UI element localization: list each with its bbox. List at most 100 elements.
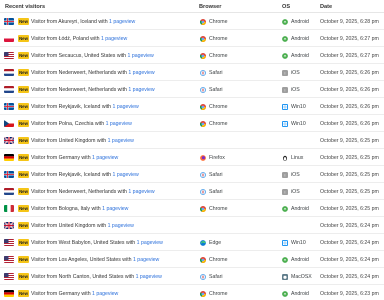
visitor-text: Visitor from Secaucus, United States wit… — [31, 52, 128, 59]
visitor-row: New Visitor from Polna, Czechia with 1 pa… — [0, 115, 384, 132]
visit-date: October 9, 2025, 6:26 pm — [320, 86, 379, 93]
browser-name: Safari — [209, 171, 223, 178]
header-recent-visitors: Recent visitors — [5, 4, 46, 10]
visitor-description: Visitor from Polna, Czechia with 1 pagev… — [31, 121, 132, 127]
pageview-link[interactable]: 1 pageview — [113, 104, 139, 110]
visitor-row: New Visitor from Germany with 1 pageview C… — [0, 285, 384, 300]
browser-name: Safari — [209, 86, 223, 93]
pageview-link[interactable]: 1 pageview — [108, 223, 134, 229]
browser-name: Safari — [209, 69, 223, 76]
new-badge: New — [18, 154, 29, 162]
visitor-description: Visitor from Łódź, Poland with 1 pagevie… — [31, 36, 127, 42]
visitor-row: New Visitor from Reykjavik, Iceland with … — [0, 98, 384, 115]
win10-icon — [282, 103, 288, 110]
pageview-link[interactable]: 1 pageview — [101, 36, 127, 42]
netherlands-flag-icon — [4, 86, 14, 93]
visitor-row: New Visitor from Łódź, Poland with 1 page… — [0, 30, 384, 47]
new-badge: New — [18, 103, 29, 111]
os-name: Android — [291, 18, 309, 25]
browser-name: Chrome — [209, 52, 228, 59]
usa-flag-icon — [4, 52, 14, 59]
visitor-text: Visitor from Nederweert, Netherlands wit… — [31, 69, 129, 76]
new-badge: New — [18, 35, 29, 43]
visitor-row: New Visitor from Nederweert, Netherlands … — [0, 81, 384, 98]
visitor-text: Visitor from Akureyri, Iceland with — [31, 18, 110, 25]
chrome-icon — [200, 18, 206, 25]
visitor-text: Visitor from United Kingdom with — [31, 137, 108, 144]
os-name: iOS — [291, 69, 300, 76]
os-name: Win10 — [291, 120, 306, 127]
android-icon — [282, 52, 288, 59]
pageview-link[interactable]: 1 pageview — [137, 240, 163, 246]
pageview-link[interactable]: 1 pageview — [128, 53, 154, 59]
safari-icon — [200, 188, 206, 195]
visit-date: October 9, 2025, 6:23 pm — [320, 290, 379, 297]
new-badge: New — [18, 273, 29, 281]
header-browser: Browser — [199, 4, 222, 10]
pageview-link[interactable]: 1 pageview — [109, 19, 135, 25]
visitor-text: Visitor from Nederweert, Netherlands wit… — [31, 188, 129, 195]
ios-icon: i — [282, 69, 288, 76]
svg-text:i: i — [285, 173, 286, 177]
netherlands-flag-icon — [4, 69, 14, 76]
linux-icon — [282, 155, 288, 161]
usa-flag-icon — [4, 239, 14, 246]
pageview-link[interactable]: 1 pageview — [136, 274, 162, 280]
visitor-row: New Visitor from Reykjavik, Iceland with … — [0, 166, 384, 183]
browser-name: Chrome — [209, 290, 228, 297]
chrome-icon — [200, 120, 206, 127]
browser-name: Chrome — [209, 120, 228, 127]
uk-flag-icon — [4, 222, 14, 229]
os-name: Android — [291, 290, 309, 297]
os-name: Android — [291, 256, 309, 263]
edge-icon — [200, 239, 206, 246]
new-badge: New — [18, 171, 29, 179]
svg-text:i: i — [285, 88, 286, 92]
visitor-row: New Visitor from Los Angeles, United Stat… — [0, 251, 384, 268]
visit-date: October 9, 2025, 6:24 pm — [320, 256, 379, 263]
svg-text:i: i — [285, 71, 286, 75]
visitor-row: New Visitor from Nederweert, Netherlands … — [0, 183, 384, 200]
chrome-icon — [200, 205, 206, 212]
pageview-link[interactable]: 1 pageview — [92, 291, 118, 297]
pageview-link[interactable]: 1 pageview — [128, 70, 154, 76]
visit-date: October 9, 2025, 6:25 pm — [320, 154, 379, 161]
visitor-row: New Visitor from Germany with 1 pageview F… — [0, 149, 384, 166]
visitor-text: Visitor from Los Angeles, United States … — [31, 256, 133, 263]
visit-date: October 9, 2025, 6:26 pm — [320, 103, 379, 110]
header-os: OS — [282, 4, 291, 10]
visitor-text: Visitor from Polna, Czechia with — [31, 120, 106, 127]
visitor-text: Visitor from Reykjavik, Iceland with — [31, 171, 113, 178]
safari-icon — [200, 171, 206, 178]
netherlands-flag-icon — [4, 188, 14, 195]
pageview-link[interactable]: 1 pageview — [128, 189, 154, 195]
new-badge: New — [18, 222, 29, 230]
pageview-link[interactable]: 1 pageview — [108, 138, 134, 144]
iceland-flag-icon — [4, 18, 14, 25]
pageview-link[interactable]: 1 pageview — [128, 87, 154, 93]
visit-date: October 9, 2025, 6:27 pm — [320, 52, 379, 59]
usa-flag-icon — [4, 256, 14, 263]
win10-icon — [282, 239, 288, 246]
pageview-link[interactable]: 1 pageview — [106, 121, 132, 127]
new-badge: New — [18, 137, 29, 145]
os-name: Linux — [291, 154, 304, 161]
new-badge: New — [18, 188, 29, 196]
os-name: Android — [291, 35, 309, 42]
new-badge: New — [18, 256, 29, 264]
visitor-text: Visitor from North Canton, United States… — [31, 273, 136, 280]
pageview-link[interactable]: 1 pageview — [92, 155, 118, 161]
visitor-row: New Visitor from West Babylon, United Sta… — [0, 234, 384, 251]
visitor-text: Visitor from Łódź, Poland with — [31, 35, 101, 42]
visitor-description: Visitor from United Kingdom with 1 pagev… — [31, 223, 134, 229]
pageview-link[interactable]: 1 pageview — [113, 172, 139, 178]
os-name: Win10 — [291, 103, 306, 110]
visitor-description: Visitor from Reykjavik, Iceland with 1 p… — [31, 104, 139, 110]
pageview-link[interactable]: 1 pageview — [102, 206, 128, 212]
recent-visitors-table: Recent visitors Browser OS Date New Visit… — [0, 0, 384, 300]
pageview-link[interactable]: 1 pageview — [133, 257, 159, 263]
safari-icon — [200, 273, 206, 280]
visitor-row: New Visitor from United Kingdom with 1 pa… — [0, 217, 384, 234]
visitor-description: Visitor from Nederweert, Netherlands wit… — [31, 70, 155, 76]
chrome-icon — [200, 52, 206, 59]
